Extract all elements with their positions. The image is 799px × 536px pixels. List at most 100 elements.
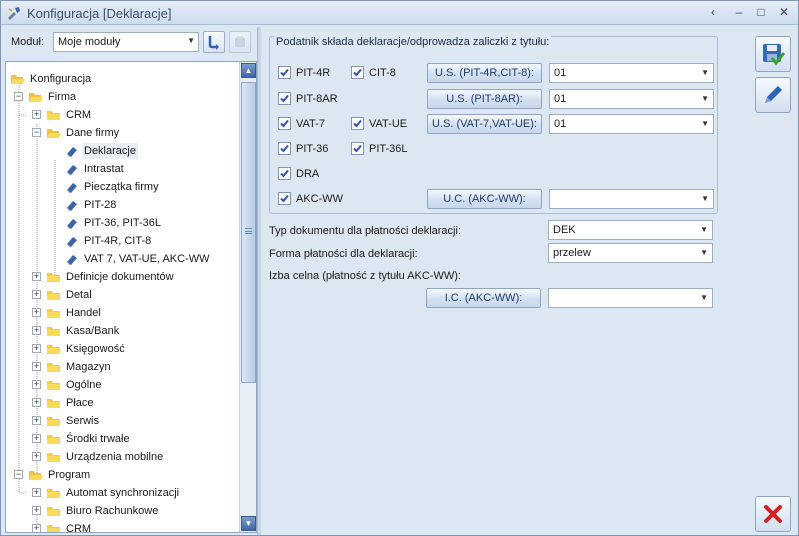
tree-item-label: Program — [48, 469, 91, 481]
refresh-button[interactable] — [203, 31, 225, 53]
expand-icon[interactable]: + — [32, 290, 41, 299]
akcww-checkbox[interactable] — [278, 192, 291, 205]
tree-item-label: PIT-36, PIT-36L — [84, 217, 162, 229]
tree-item[interactable]: + Środki trwałe — [6, 430, 239, 448]
doc-type-combo[interactable]: DEK ▼ — [548, 220, 713, 240]
ic-akcww-combo[interactable]: ▼ — [548, 288, 713, 308]
expand-icon[interactable]: + — [32, 110, 41, 119]
checkmark-icon — [353, 68, 362, 77]
cit8-checkbox[interactable] — [351, 66, 364, 79]
folder-icon — [47, 111, 60, 120]
tree-item[interactable]: PIT-36, PIT-36L — [6, 214, 239, 232]
collapse-icon[interactable]: − — [14, 92, 23, 101]
checkmark-icon — [280, 169, 289, 178]
close-window-button[interactable]: ✕ — [774, 3, 794, 21]
expand-icon[interactable]: + — [32, 380, 41, 389]
module-settings-button[interactable] — [229, 31, 251, 53]
pit8ar-checkbox[interactable] — [278, 92, 291, 105]
expand-icon[interactable]: + — [32, 434, 41, 443]
us-pit8ar-combo[interactable]: 01 ▼ — [549, 89, 714, 109]
ic-akcww-button[interactable]: I.C. (AKC-WW): — [426, 288, 541, 308]
expand-icon[interactable]: + — [32, 362, 41, 371]
tree-item[interactable]: PIT-28 — [6, 196, 239, 214]
uc-akcww-button[interactable]: U.C. (AKC-WW): — [427, 189, 542, 209]
tree-item[interactable]: + Kasa/Bank — [6, 322, 239, 340]
pit36-checkbox[interactable] — [278, 142, 291, 155]
tree-item-label: Automat synchronizacji — [66, 487, 180, 499]
tree-item[interactable]: VAT 7, VAT-UE, AKC-WW — [6, 250, 239, 268]
page-icon — [67, 201, 77, 211]
tree-item[interactable]: − Firma — [6, 88, 239, 106]
tree-item[interactable]: + Płace — [6, 394, 239, 412]
expand-icon[interactable]: + — [32, 416, 41, 425]
tree-item[interactable]: + Definicje dokumentów — [6, 268, 239, 286]
tree-item[interactable]: Deklaracje — [6, 142, 239, 160]
uc-akcww-combo[interactable]: ▼ — [549, 189, 714, 209]
tree-item[interactable]: + Automat synchronizacji — [6, 484, 239, 502]
tree-item[interactable]: + Magazyn — [6, 358, 239, 376]
tree-item[interactable]: − Dane firmy — [6, 124, 239, 142]
us-pit4r-cit8-value: 01 — [554, 67, 567, 79]
tree-item-label: Intrastat — [84, 163, 124, 175]
expand-icon[interactable]: + — [32, 344, 41, 353]
minimize-button[interactable]: – — [729, 3, 749, 21]
vatue-checkbox[interactable] — [351, 117, 364, 130]
scroll-thumb[interactable] — [241, 82, 256, 383]
tree-item[interactable]: + Księgowość — [6, 340, 239, 358]
us-vat7-vatue-combo[interactable]: 01 ▼ — [549, 114, 714, 134]
expand-icon[interactable]: + — [32, 326, 41, 335]
tree-item[interactable]: + Biuro Rachunkowe — [6, 502, 239, 520]
tree-item[interactable]: Konfiguracja — [6, 70, 239, 88]
module-select[interactable]: Moje moduły ▼ — [53, 32, 199, 52]
folder-icon — [47, 417, 60, 426]
pit36l-checkbox[interactable] — [351, 142, 364, 155]
pit4r-checkbox[interactable] — [278, 66, 291, 79]
tree-item[interactable]: + CRM — [6, 520, 239, 532]
edit-button[interactable] — [755, 77, 791, 113]
collapse-icon[interactable]: − — [14, 470, 23, 479]
grip-icon — [245, 228, 252, 234]
folder-icon — [47, 489, 60, 498]
tree-item[interactable]: + Detal — [6, 286, 239, 304]
module-select-value: Moje moduły — [58, 36, 121, 48]
expand-icon[interactable]: + — [32, 452, 41, 461]
chevron-down-icon: ▼ — [700, 225, 708, 234]
expand-icon[interactable]: + — [32, 308, 41, 317]
us-vat7-vatue-button[interactable]: U.S. (VAT-7,VAT-UE): — [427, 114, 542, 134]
tree-item[interactable]: − Program — [6, 466, 239, 484]
expand-icon[interactable]: + — [32, 488, 41, 497]
tree-item[interactable]: PIT-4R, CIT-8 — [6, 232, 239, 250]
collapse-icon[interactable]: − — [32, 128, 41, 137]
chevron-down-icon: ▼ — [701, 194, 709, 203]
maximize-button[interactable]: □ — [751, 3, 771, 21]
tree-scrollbar[interactable]: ▲ ▼ — [239, 62, 256, 532]
restore-left-icon[interactable]: ‹ — [703, 3, 723, 21]
tree-item[interactable]: + Urządzenia mobilne — [6, 448, 239, 466]
tree-item[interactable]: + Serwis — [6, 412, 239, 430]
tree-item[interactable]: Intrastat — [6, 160, 239, 178]
scroll-up-button[interactable]: ▲ — [241, 63, 256, 78]
us-pit4r-cit8-combo[interactable]: 01 ▼ — [549, 63, 714, 83]
vat7-checkbox[interactable] — [278, 117, 291, 130]
scroll-down-button[interactable]: ▼ — [241, 516, 256, 531]
tree-item[interactable]: + Ogólne — [6, 376, 239, 394]
tree-item-label: Pieczątka firmy — [84, 181, 159, 193]
expand-icon[interactable]: + — [32, 398, 41, 407]
tree-item[interactable]: + Handel — [6, 304, 239, 322]
chevron-down-icon: ▼ — [701, 119, 709, 128]
tree-item-label: Płace — [66, 397, 94, 409]
folder-icon — [47, 309, 60, 318]
vatue-label: VAT-UE — [369, 118, 408, 130]
us-pit4r-cit8-button[interactable]: U.S. (PIT-4R,CIT-8): — [427, 63, 542, 83]
tree-item[interactable]: + CRM — [6, 106, 239, 124]
expand-icon[interactable]: + — [32, 272, 41, 281]
expand-icon[interactable]: + — [32, 506, 41, 515]
us-pit8ar-button[interactable]: U.S. (PIT-8AR): — [427, 89, 542, 109]
tree-item[interactable]: Pieczątka firmy — [6, 178, 239, 196]
cancel-button[interactable] — [755, 496, 791, 532]
payment-form-combo[interactable]: przelew ▼ — [548, 243, 713, 263]
us-vat7-vatue-value: 01 — [554, 118, 567, 130]
expand-icon[interactable]: + — [32, 524, 41, 532]
save-button[interactable] — [755, 36, 791, 72]
dra-checkbox[interactable] — [278, 167, 291, 180]
